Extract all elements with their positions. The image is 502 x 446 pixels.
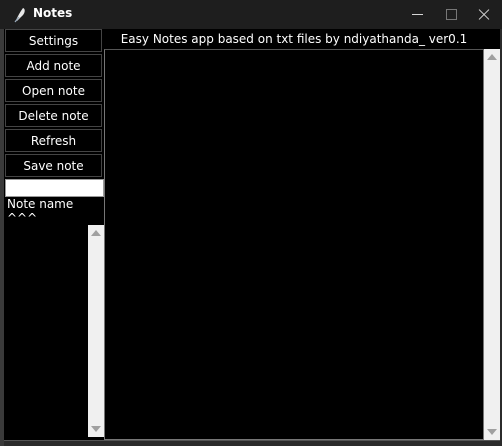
window-title: Notes [33,6,73,20]
save-note-button[interactable]: Save note [5,154,102,177]
refresh-button[interactable]: Refresh [5,129,102,152]
add-note-button[interactable]: Add note [5,54,102,77]
notes-window: Notes Settings Add note Open note Delete… [0,0,502,446]
close-icon[interactable] [466,0,502,29]
app-content: Settings Add note Open note Delete note … [4,29,500,441]
open-note-button[interactable]: Open note [5,79,102,102]
note-editor[interactable] [104,49,484,440]
title-bar[interactable]: Notes [0,0,502,29]
note-name-input[interactable] [5,179,104,197]
notes-list[interactable] [4,225,88,437]
scroll-up-arrow-icon[interactable] [91,230,101,236]
delete-note-button[interactable]: Delete note [5,104,102,127]
editor-scrollbar[interactable] [484,49,500,440]
scroll-down-arrow-icon[interactable] [487,429,497,435]
app-header-label: Easy Notes app based on txt files by ndi… [120,32,468,46]
feather-pen-icon [12,7,28,23]
scroll-up-arrow-icon[interactable] [487,54,497,60]
notes-list-scrollbar[interactable] [88,225,104,437]
note-name-label: Note name ^^^ [7,197,74,225]
settings-button[interactable]: Settings [5,29,102,52]
scroll-down-arrow-icon[interactable] [91,426,101,432]
